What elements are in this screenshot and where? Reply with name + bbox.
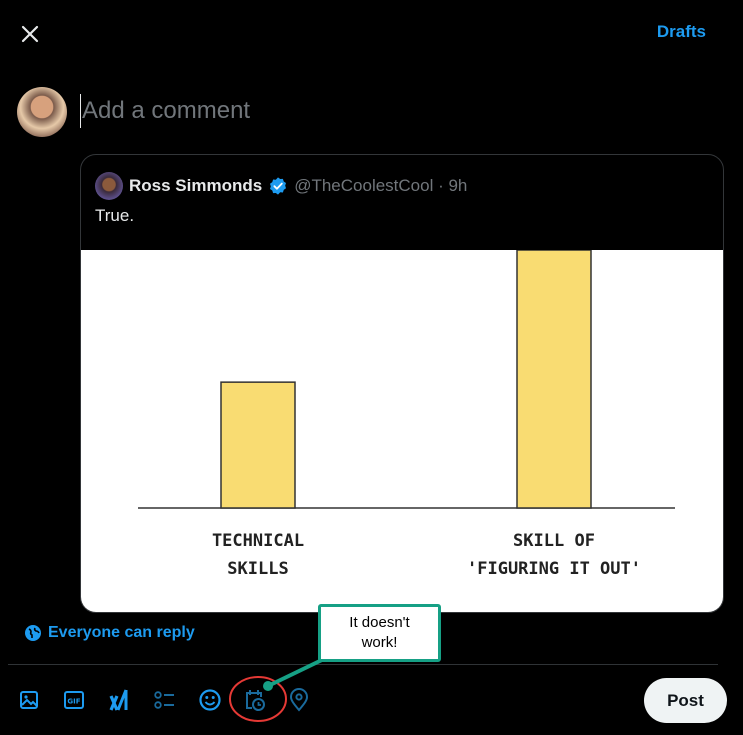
svg-text:GIF: GIF <box>67 698 80 706</box>
grok-button[interactable] <box>108 684 153 716</box>
annotation-callout: It doesn't work! <box>318 604 441 662</box>
bar-0 <box>220 381 296 509</box>
compose-modal: Drafts Ross Simmonds @TheCoolestCool · 9… <box>0 0 743 735</box>
media-icon <box>20 691 38 709</box>
quoted-author-avatar <box>95 172 123 200</box>
schedule-icon <box>246 690 265 711</box>
reply-setting-button[interactable]: Everyone can reply <box>24 624 195 642</box>
category-label-1-1: 'FIGURING IT OUT' <box>467 559 641 579</box>
category-label-1-0: SKILL OF <box>513 531 595 551</box>
divider <box>8 664 718 665</box>
schedule-button[interactable] <box>243 684 288 716</box>
drafts-button[interactable]: Drafts <box>657 22 706 42</box>
poll-icon <box>154 691 174 709</box>
grok-icon <box>109 689 128 711</box>
user-avatar[interactable] <box>17 87 67 137</box>
gif-icon: GIF <box>64 691 84 709</box>
close-button[interactable] <box>16 20 44 48</box>
poll-button[interactable] <box>153 684 198 716</box>
quoted-post-image-chart: TECHNICAL SKILLS SKILL OF 'FIGURING IT OUT' <box>81 250 723 612</box>
comment-input[interactable] <box>80 94 680 128</box>
quoted-post-text: True. <box>95 206 135 225</box>
gif-button[interactable]: GIF <box>63 684 108 716</box>
bar-1 <box>516 250 592 509</box>
verified-badge-icon <box>270 177 287 195</box>
quoted-author-name: Ross Simmonds <box>129 176 263 195</box>
media-button[interactable] <box>18 684 63 716</box>
quoted-post-header: Ross Simmonds @TheCoolestCool · 9h <box>95 172 467 200</box>
category-label-0-0: TECHNICAL <box>212 531 304 551</box>
globe-icon <box>25 625 41 641</box>
close-icon <box>21 25 39 43</box>
callout-line-2: work! <box>361 634 398 651</box>
location-button[interactable] <box>288 684 333 716</box>
category-label-0-1: SKILLS <box>227 559 288 579</box>
callout-line-1: It doesn't <box>349 614 410 631</box>
compose-toolbar: GIF <box>18 684 333 716</box>
quoted-post[interactable]: Ross Simmonds @TheCoolestCool · 9h True.… <box>80 154 724 613</box>
annotation-pointer-line <box>267 656 327 688</box>
quoted-author-handle-time: @TheCoolestCool · 9h <box>294 176 468 195</box>
bar-chart: TECHNICAL SKILLS SKILL OF 'FIGURING IT OUT' <box>138 250 675 579</box>
location-icon <box>289 688 309 712</box>
emoji-button[interactable] <box>198 684 243 716</box>
reply-setting-label: Everyone can reply <box>48 624 195 641</box>
post-button[interactable]: Post <box>644 678 727 723</box>
emoji-icon <box>199 689 221 711</box>
